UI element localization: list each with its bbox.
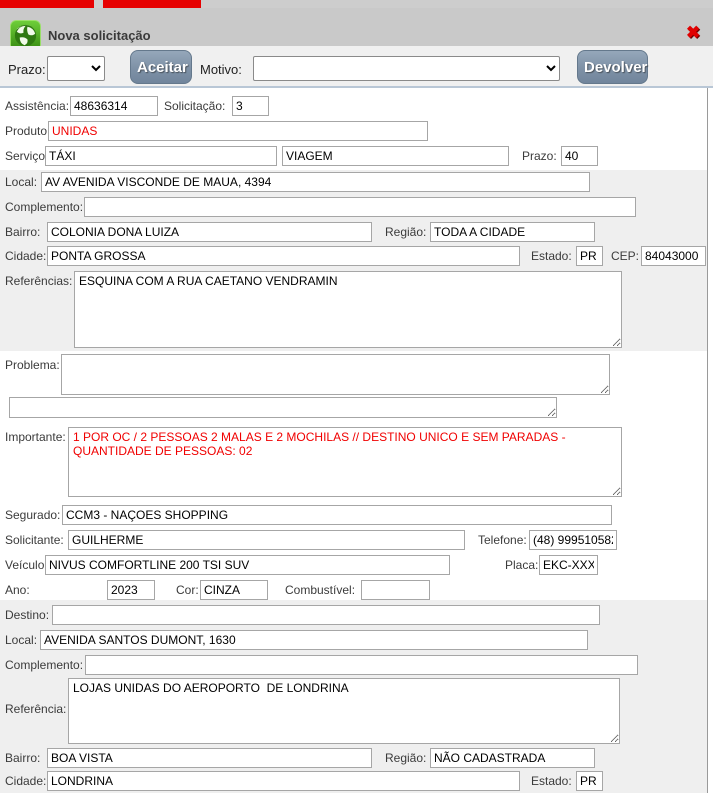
destino-referencia-label: Referência: [5,702,66,716]
destino-regiao-label: Região: [385,751,426,765]
solicitacao-input[interactable] [232,96,269,116]
bairro-label: Bairro: [5,225,40,239]
new-request-dialog: Nova solicitação ✖ Prazo: Aceitar Motivo… [0,0,713,793]
segurado-input[interactable] [62,505,612,525]
motivo-toolbar-label: Motivo: [200,62,242,77]
referencias-label: Referências: [5,274,72,288]
complemento-label: Complemento: [5,200,83,214]
destino-bairro-label: Bairro: [5,751,40,765]
importante-label: Importante: [5,430,66,444]
devolver-button[interactable]: Devolver [577,50,648,84]
browser-tab-red-2[interactable] [103,0,201,8]
destino-bairro-input[interactable] [47,748,372,768]
destino-complemento-input[interactable] [85,655,638,675]
complemento-input[interactable] [84,197,636,217]
solicitacao-label: Solicitação: [164,99,225,113]
aceitar-button[interactable]: Aceitar [130,50,192,84]
prazo-select[interactable] [47,56,105,81]
cor-label: Cor: [176,583,199,597]
assistencia-label: Assistência: [5,99,69,113]
cor-input[interactable] [200,580,268,600]
browser-tab-red-1[interactable] [0,0,94,8]
produto-label: Produto: [5,124,50,138]
cep-input[interactable] [641,246,706,266]
dialog-title: Nova solicitação [48,28,151,43]
destino-referencia-textarea[interactable]: LOJAS UNIDAS DO AEROPORTO DE LONDRINA [68,678,620,744]
prazo-toolbar-label: Prazo: [8,62,46,77]
dialog-right-border [707,88,708,793]
destino-complemento-label: Complemento: [5,658,83,672]
servico-input[interactable] [45,146,277,166]
estado-input[interactable] [576,246,603,266]
placa-input[interactable] [539,555,598,575]
destino-cidade-input[interactable] [47,771,520,791]
cidade-input[interactable] [47,246,520,266]
top-strip [0,0,713,8]
regiao-label: Região: [385,225,426,239]
telefone-label: Telefone: [478,533,527,547]
destino-local-label: Local: [5,633,37,647]
solicitante-label: Solicitante: [5,533,64,547]
cidade-label: Cidade: [5,249,46,263]
servico-label: Serviço: [5,149,48,163]
segurado-label: Segurado: [5,508,60,522]
combustivel-input[interactable] [361,580,430,600]
importante-textarea[interactable]: 1 POR OC / 2 PESSOAS 2 MALAS E 2 MOCHILA… [68,427,622,497]
problema-textarea[interactable] [61,354,610,395]
local-label: Local: [5,175,37,189]
placa-label: Placa: [505,558,538,572]
destino-input[interactable] [52,605,600,625]
observacao-textarea[interactable] [9,397,557,418]
ano-label: Ano: [5,583,30,597]
destino-regiao-input[interactable] [430,748,595,768]
destino-label: Destino: [5,608,49,622]
veiculo-input[interactable] [45,555,450,575]
motivo-select[interactable] [253,56,560,81]
destino-cidade-label: Cidade: [5,774,46,788]
servico-tipo-input[interactable] [282,146,509,166]
veiculo-label: Veículo: [5,558,48,572]
destino-estado-label: Estado: [531,774,572,788]
referencias-textarea[interactable]: ESQUINA COM A RUA CAETANO VENDRAMIN [74,271,622,348]
local-input[interactable] [41,172,590,192]
destino-local-input[interactable] [40,630,588,650]
regiao-input[interactable] [430,222,595,242]
telefone-input[interactable] [529,530,617,550]
action-toolbar: Prazo: Aceitar Motivo: Devolver [0,46,713,88]
prazo-label: Prazo: [522,149,557,163]
prazo-input[interactable] [561,146,598,166]
combustivel-label: Combustível: [285,583,355,597]
produto-input[interactable] [48,121,428,141]
solicitante-input[interactable] [68,530,465,550]
destino-estado-input[interactable] [576,771,603,791]
cep-label: CEP: [611,249,639,263]
problema-label: Problema: [5,358,60,372]
dialog-title-bar: Nova solicitação ✖ [0,8,713,46]
ano-input[interactable] [107,580,155,600]
close-icon[interactable]: ✖ [686,24,700,41]
estado-label: Estado: [531,249,572,263]
bairro-input[interactable] [47,222,372,242]
assistencia-input[interactable] [70,96,158,116]
